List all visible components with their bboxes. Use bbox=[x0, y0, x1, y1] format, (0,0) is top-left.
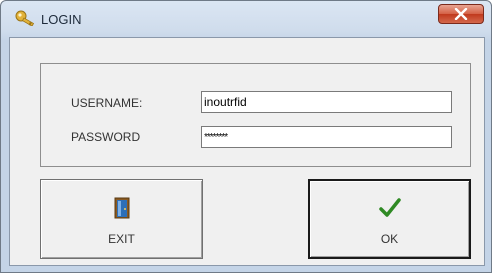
ok-button[interactable]: OK bbox=[308, 179, 471, 259]
dialog-body: USERNAME: inoutrfid PASSWORD ******** EX… bbox=[9, 37, 485, 266]
credentials-group: USERNAME: inoutrfid PASSWORD ******** bbox=[40, 63, 471, 167]
checkmark-icon bbox=[378, 198, 401, 223]
password-field[interactable]: ******** bbox=[201, 126, 452, 148]
exit-button[interactable]: EXIT bbox=[40, 179, 203, 259]
username-label: USERNAME: bbox=[71, 96, 143, 110]
ok-label: OK bbox=[380, 232, 399, 246]
title-bar[interactable]: LOGIN bbox=[1, 1, 491, 37]
password-label: PASSWORD bbox=[71, 130, 141, 144]
close-button[interactable] bbox=[438, 4, 484, 24]
key-icon bbox=[15, 10, 37, 27]
exit-label: EXIT bbox=[108, 232, 135, 246]
window-title: LOGIN bbox=[41, 12, 82, 27]
login-window: LOGIN USERNAME: inoutrfid PASSWORD *****… bbox=[0, 0, 492, 273]
door-icon bbox=[114, 197, 130, 224]
username-field[interactable]: inoutrfid bbox=[201, 91, 452, 113]
